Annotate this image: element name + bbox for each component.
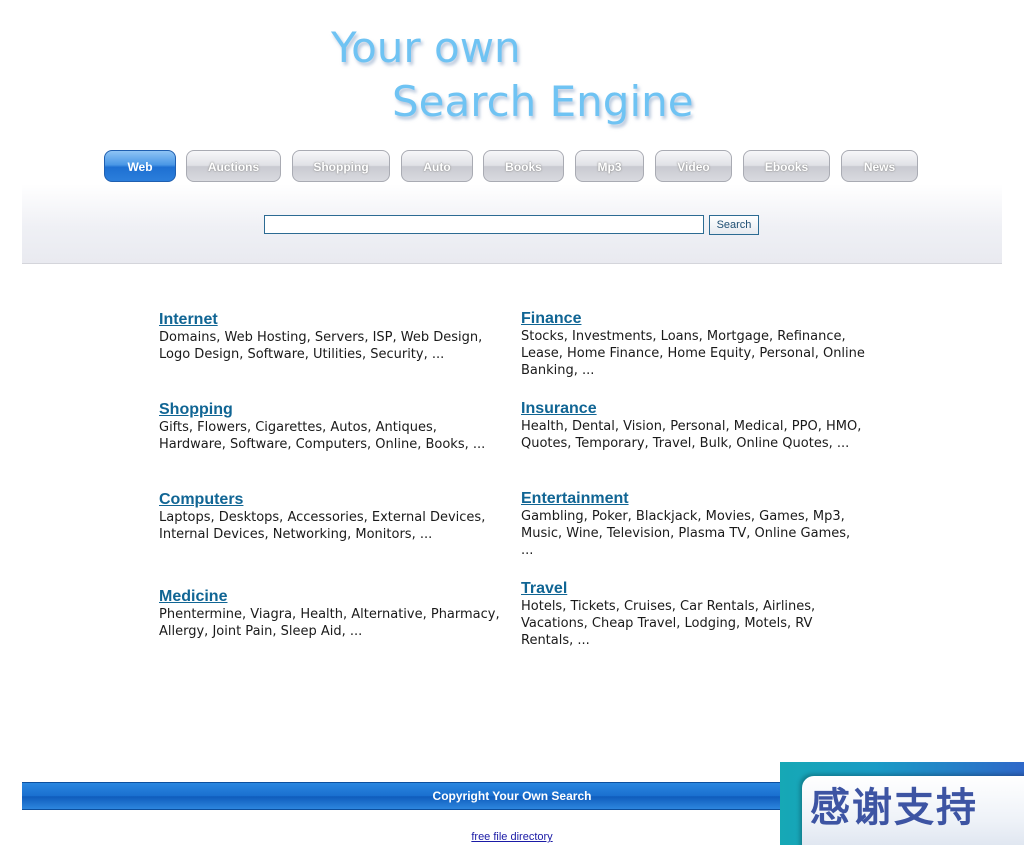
category-internet: Internet Domains, Web Hosting, Servers, …: [159, 311, 504, 363]
tab-auctions[interactable]: Auctions: [186, 150, 281, 182]
category-description: Hotels, Tickets, Cruises, Car Rentals, A…: [521, 599, 816, 648]
category-description: Domains, Web Hosting, Servers, ISP, Web …: [159, 330, 483, 362]
search-type-tabs: Web Auctions Shopping Auto Books Mp3 Vid…: [0, 150, 1024, 184]
tab-news[interactable]: News: [841, 150, 918, 182]
category-link-finance[interactable]: Finance: [521, 310, 866, 328]
search-button[interactable]: Search: [709, 215, 759, 235]
overlay-banner[interactable]: 感谢支持: [780, 762, 1024, 845]
category-travel: Travel Hotels, Tickets, Cruises, Car Ren…: [521, 580, 866, 649]
category-link-medicine[interactable]: Medicine: [159, 588, 504, 606]
category-link-internet[interactable]: Internet: [159, 311, 504, 329]
overlay-banner-text: 感谢支持: [810, 785, 978, 831]
category-link-shopping[interactable]: Shopping: [159, 401, 504, 419]
site-logo: Your own Search Engine: [0, 0, 1024, 140]
tab-shopping[interactable]: Shopping: [292, 150, 390, 182]
search-input[interactable]: [264, 215, 704, 234]
tab-auto[interactable]: Auto: [401, 150, 473, 182]
category-medicine: Medicine Phentermine, Viagra, Health, Al…: [159, 588, 504, 640]
category-entertainment: Entertainment Gambling, Poker, Blackjack…: [521, 490, 866, 559]
category-insurance: Insurance Health, Dental, Vision, Person…: [521, 400, 866, 452]
tab-mp3[interactable]: Mp3: [575, 150, 644, 182]
category-description: Health, Dental, Vision, Personal, Medica…: [521, 419, 862, 451]
tab-video[interactable]: Video: [655, 150, 732, 182]
category-description: Phentermine, Viagra, Health, Alternative…: [159, 607, 500, 639]
category-link-computers[interactable]: Computers: [159, 491, 504, 509]
category-computers: Computers Laptops, Desktops, Accessories…: [159, 491, 504, 543]
tab-books[interactable]: Books: [483, 150, 564, 182]
tab-ebooks[interactable]: Ebooks: [743, 150, 830, 182]
category-description: Gambling, Poker, Blackjack, Movies, Game…: [521, 509, 851, 558]
logo-text-line-1: Your own: [331, 23, 521, 72]
category-description: Laptops, Desktops, Accessories, External…: [159, 510, 486, 542]
overlay-banner-panel: 感谢支持: [802, 776, 1024, 845]
category-link-travel[interactable]: Travel: [521, 580, 866, 598]
search-panel: Search: [22, 184, 1002, 264]
category-link-insurance[interactable]: Insurance: [521, 400, 866, 418]
logo-text-line-2: Search Engine: [392, 77, 694, 126]
category-finance: Finance Stocks, Investments, Loans, Mort…: [521, 310, 866, 379]
category-link-entertainment[interactable]: Entertainment: [521, 490, 866, 508]
category-description: Gifts, Flowers, Cigarettes, Autos, Antiq…: [159, 420, 486, 452]
category-description: Stocks, Investments, Loans, Mortgage, Re…: [521, 329, 865, 378]
tab-web[interactable]: Web: [104, 150, 176, 182]
category-shopping: Shopping Gifts, Flowers, Cigarettes, Aut…: [159, 401, 504, 453]
